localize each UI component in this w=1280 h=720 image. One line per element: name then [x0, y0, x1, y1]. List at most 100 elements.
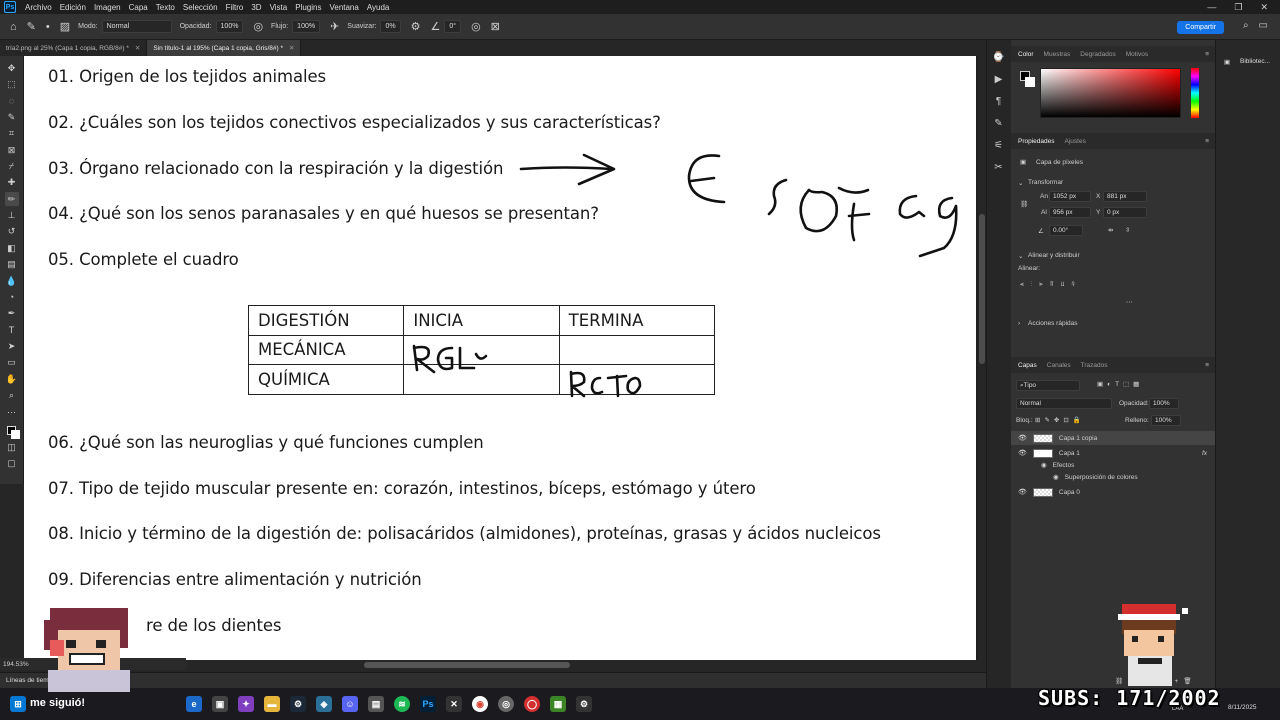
- panel-menu-icon[interactable]: ≡: [1205, 51, 1209, 58]
- lasso-tool-icon[interactable]: ◌: [5, 94, 19, 108]
- hand-tool-icon[interactable]: ✋: [5, 372, 19, 386]
- visibility-eye-icon[interactable]: 👁: [1018, 449, 1027, 457]
- pressure-opacity-icon[interactable]: ◎: [253, 20, 263, 33]
- scroll-thumb[interactable]: [364, 662, 570, 668]
- menu-seleccion[interactable]: Selección: [179, 3, 222, 12]
- store-icon[interactable]: ▣: [212, 696, 228, 712]
- app-icon[interactable]: ▤: [368, 696, 384, 712]
- menu-archivo[interactable]: Archivo: [21, 3, 56, 12]
- libraries-label[interactable]: Bibliotec...: [1240, 58, 1270, 65]
- brush-size-icon[interactable]: •: [46, 21, 50, 33]
- fx-icon[interactable]: fx: [1202, 450, 1207, 457]
- minecraft-icon[interactable]: ▦: [550, 696, 566, 712]
- rectangle-tool-icon[interactable]: ▭: [5, 356, 19, 370]
- workspace-icon[interactable]: ▭: [1259, 20, 1268, 31]
- transform-heading[interactable]: Transformar: [1028, 179, 1063, 186]
- blend-mode-select[interactable]: Normal: [1016, 398, 1112, 409]
- background-color-swatch[interactable]: [10, 430, 20, 440]
- menu-ayuda[interactable]: Ayuda: [363, 3, 394, 12]
- stamp-tool-icon[interactable]: ⊥: [5, 209, 19, 223]
- close-tab-icon[interactable]: ✕: [289, 44, 294, 52]
- type-tool-icon[interactable]: T: [5, 323, 19, 337]
- photoshop-taskbar-icon[interactable]: Ps: [420, 696, 436, 712]
- x-field[interactable]: 881 px: [1103, 191, 1147, 202]
- tab-color[interactable]: Color: [1018, 51, 1034, 58]
- obs-icon[interactable]: ◎: [498, 696, 514, 712]
- zoom-level[interactable]: 194.53%: [3, 661, 29, 668]
- width-field[interactable]: 1052 px: [1049, 191, 1091, 202]
- gear-icon[interactable]: ⚙: [411, 20, 421, 33]
- airbrush-icon[interactable]: ✈: [330, 20, 339, 33]
- menu-plugins[interactable]: Plugins: [291, 3, 325, 12]
- align-heading[interactable]: Alinear y distribuir: [1028, 252, 1080, 259]
- chevron-right-icon[interactable]: ›: [1018, 320, 1020, 327]
- more-tools-icon[interactable]: ⋯: [5, 405, 19, 419]
- chevron-down-icon[interactable]: ⌄: [1018, 252, 1023, 260]
- spotify-icon[interactable]: ≋: [394, 696, 410, 712]
- app-icon[interactable]: ✕: [446, 696, 462, 712]
- paragraph-icon[interactable]: ¶: [996, 90, 1001, 112]
- layer-opacity-field[interactable]: 100%: [1149, 398, 1179, 409]
- minimize-icon[interactable]: —: [1207, 2, 1216, 13]
- quick-select-tool-icon[interactable]: ✎: [5, 110, 19, 124]
- layer-row[interactable]: 👁 Capa 0: [1011, 485, 1215, 499]
- align-buttons[interactable]: ⫷⫶⫸⫪⫫⫩: [1020, 281, 1082, 289]
- canvas-area[interactable]: 01. Origen de los tejidos animales 02. ¿…: [24, 56, 986, 660]
- chrome-icon[interactable]: ◉: [472, 696, 488, 712]
- discord-icon[interactable]: ☺: [342, 696, 358, 712]
- pressure-size-icon[interactable]: ◎: [471, 20, 481, 33]
- marquee-tool-icon[interactable]: ⬚: [5, 78, 19, 92]
- path-select-tool-icon[interactable]: ➤: [5, 340, 19, 354]
- system-date[interactable]: 8/11/2025: [1228, 704, 1256, 711]
- eraser-tool-icon[interactable]: ◧: [5, 241, 19, 255]
- tab-sin-titulo[interactable]: Sin título-1 al 195% (Capa 1 copia, Gris…: [147, 40, 302, 56]
- brush-tool-icon[interactable]: ✎: [27, 20, 36, 33]
- effect-item-row[interactable]: ◉ Superposición de colores: [1011, 470, 1215, 484]
- tab-degradados[interactable]: Degradados: [1080, 51, 1115, 58]
- close-icon[interactable]: ✕: [1260, 2, 1268, 13]
- visibility-eye-icon[interactable]: 👁: [1018, 434, 1027, 442]
- gradient-tool-icon[interactable]: ▤: [5, 258, 19, 272]
- menu-filtro[interactable]: Filtro: [222, 3, 248, 12]
- menu-vista[interactable]: Vista: [266, 3, 292, 12]
- brush-tool-icon[interactable]: ✏: [4, 192, 19, 207]
- dodge-tool-icon[interactable]: ◔: [5, 290, 19, 304]
- screen-mode-icon[interactable]: ▢: [5, 457, 19, 471]
- tab-trazados[interactable]: Trazados: [1081, 362, 1108, 369]
- panel-menu-icon[interactable]: ≡: [1205, 362, 1209, 369]
- brush-settings-icon[interactable]: ▨: [60, 20, 70, 33]
- background-color-swatch[interactable]: [1025, 77, 1035, 87]
- tab-canales[interactable]: Canales: [1047, 362, 1071, 369]
- history-brush-icon[interactable]: ↺: [5, 225, 19, 239]
- pen-tool-icon[interactable]: ✒: [5, 307, 19, 321]
- height-field[interactable]: 956 px: [1049, 207, 1091, 218]
- brush-panel-icon[interactable]: ✎: [994, 112, 1002, 134]
- layer-row[interactable]: 👁 Capa 1 copia: [1011, 431, 1215, 445]
- flip-horizontal-icon[interactable]: ⇹: [1108, 226, 1113, 234]
- settings-icon[interactable]: ⚙: [576, 696, 592, 712]
- zoom-tool-icon[interactable]: ⌕: [5, 389, 19, 403]
- menu-edicion[interactable]: Edición: [56, 3, 90, 12]
- vertical-scrollbar[interactable]: [978, 56, 986, 660]
- app-icon[interactable]: ◯: [524, 696, 540, 712]
- home-icon[interactable]: ⌂: [10, 21, 17, 33]
- share-button[interactable]: Compartir: [1177, 21, 1224, 34]
- mode-select[interactable]: Normal: [101, 20, 172, 33]
- flip-vertical-icon[interactable]: ⇳: [1125, 226, 1130, 234]
- more-options-icon[interactable]: ⋯: [1126, 298, 1133, 306]
- file-explorer-icon[interactable]: ▬: [264, 696, 280, 712]
- app-icon[interactable]: ◈: [316, 696, 332, 712]
- flow-field[interactable]: 100%: [292, 20, 321, 33]
- visibility-eye-icon[interactable]: 👁: [1018, 488, 1027, 496]
- edge-icon[interactable]: e: [186, 696, 202, 712]
- tab-propiedades[interactable]: Propiedades: [1018, 138, 1055, 145]
- windows-start-icon[interactable]: ⊞: [10, 696, 26, 712]
- healing-tool-icon[interactable]: ✚: [5, 176, 19, 190]
- layer-filter-icons[interactable]: ▣◐T⬚▦: [1097, 380, 1143, 388]
- tab-motivos[interactable]: Motivos: [1126, 51, 1148, 58]
- libraries-icon[interactable]: ▣: [1224, 58, 1230, 66]
- symmetry-icon[interactable]: ⊠: [491, 20, 500, 33]
- steam-icon[interactable]: ⚙: [290, 696, 306, 712]
- actions-play-icon[interactable]: ▶: [995, 68, 1003, 90]
- move-tool-icon[interactable]: ✥: [5, 61, 19, 75]
